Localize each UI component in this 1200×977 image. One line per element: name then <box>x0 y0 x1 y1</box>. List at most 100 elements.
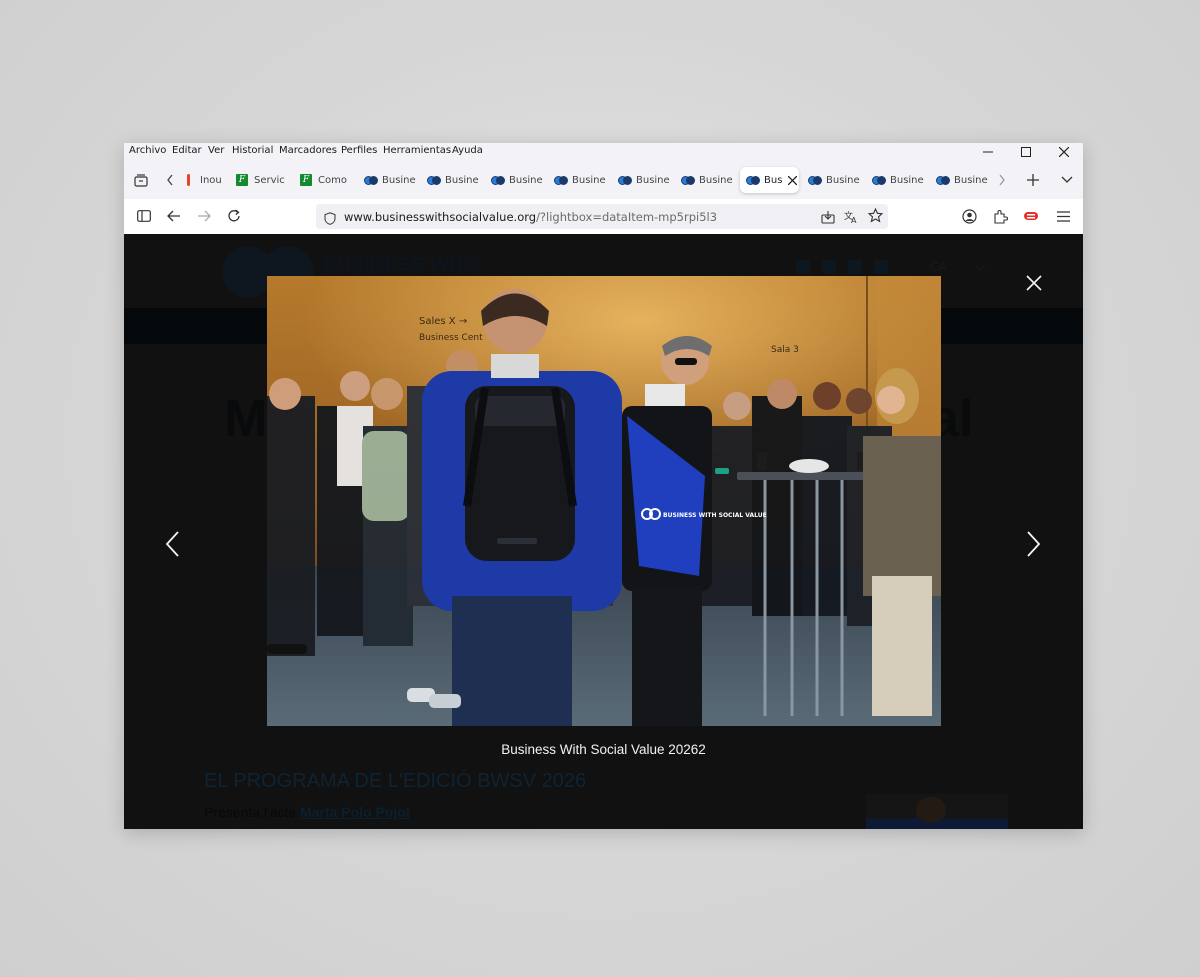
tab-label: Busine <box>954 174 988 186</box>
tab-servicios[interactable]: F Servic <box>236 167 288 193</box>
close-tab-button[interactable] <box>788 175 798 185</box>
menu-perfiles[interactable]: Perfiles <box>341 145 377 156</box>
page-content: BUSINESS WITH CA M al EL PROGRAMA DE L'E… <box>124 234 1083 829</box>
chevron-left-icon <box>167 174 173 186</box>
lightbox-next-button[interactable] <box>1022 529 1044 559</box>
tab-business-4[interactable]: Busine <box>554 167 606 193</box>
bwsv-icon <box>618 174 632 186</box>
arrow-left-icon <box>167 210 180 222</box>
tab-list-button[interactable] <box>1054 167 1080 193</box>
lightbox-prev-button[interactable] <box>162 529 184 559</box>
chevron-down-icon <box>1061 176 1073 183</box>
chevron-left-icon <box>165 531 179 557</box>
menu-herramientas[interactable]: Herramientas <box>383 145 451 156</box>
presenter-prefix: Presenta l'acte <box>204 804 301 820</box>
tab-como[interactable]: F Como <box>300 167 352 193</box>
tab-label: Como <box>318 174 347 186</box>
svg-text:A: A <box>851 216 857 224</box>
bag-text: BUSINESS WITH SOCIAL VALUE <box>663 512 767 519</box>
tab-scroll-left-button[interactable] <box>162 167 178 193</box>
extensions-button[interactable] <box>987 203 1013 229</box>
bwsv-icon <box>808 174 822 186</box>
tab-business-2[interactable]: Busine <box>427 167 479 193</box>
linkedin-icon[interactable] <box>796 260 810 274</box>
sidebar-toggle-button[interactable] <box>131 203 157 229</box>
shield-icon[interactable] <box>324 210 336 229</box>
tab-manager-button[interactable] <box>128 167 154 193</box>
tab-business-active[interactable]: Bus <box>740 167 799 193</box>
bwsv-icon <box>491 174 505 186</box>
tab-scroll-right-button[interactable] <box>994 167 1010 193</box>
tab-label: Busine <box>445 174 479 186</box>
f-green-icon: F <box>236 174 248 186</box>
facebook-icon[interactable] <box>848 260 862 274</box>
tab-label: Busine <box>826 174 860 186</box>
account-button[interactable] <box>956 203 982 229</box>
bwsv-icon <box>364 174 378 186</box>
menu-bar: Archivo Editar Ver Historial Marcadores … <box>124 143 1083 161</box>
instagram-icon[interactable] <box>822 260 836 274</box>
bwsv-icon <box>936 174 950 186</box>
sidebar-icon <box>137 210 151 222</box>
maximize-button[interactable] <box>1006 143 1046 161</box>
close-icon <box>788 175 798 185</box>
address-bar[interactable]: www.businesswithsocialvalue.org/?lightbo… <box>316 204 888 229</box>
tab-list-icon <box>134 173 148 187</box>
tab-label: Busine <box>636 174 670 186</box>
menu-ver[interactable]: Ver <box>208 145 224 156</box>
chevron-right-icon <box>1027 531 1041 557</box>
tab-label: Busine <box>890 174 924 186</box>
language-label: CA <box>930 260 947 274</box>
reload-icon <box>228 209 240 222</box>
tab-label: Servic <box>254 174 285 186</box>
side-thumbnail-portrait <box>916 797 946 823</box>
tab-business-3[interactable]: Busine <box>491 167 543 193</box>
f-green-icon: F <box>300 174 312 186</box>
lightbox-close-button[interactable] <box>1022 271 1046 295</box>
bookmark-star-icon[interactable] <box>867 207 884 227</box>
presenter-link[interactable]: Marta Polo Pujol <box>300 804 410 820</box>
minimize-button[interactable] <box>968 143 1008 161</box>
x-icon[interactable] <box>874 260 888 274</box>
event-photo: Sales X → Business Cent Sala 3 BUSINESS … <box>267 276 941 726</box>
site-logo-text: BUSINESS WITH <box>322 254 481 276</box>
tab-business-8[interactable]: Busine <box>872 167 924 193</box>
presenter-line: Presenta l'acte Marta Polo Pujol. <box>204 804 414 820</box>
forward-button[interactable] <box>191 203 217 229</box>
lightbox-photo: Sales X → Business Cent Sala 3 BUSINESS … <box>267 276 941 726</box>
menu-historial[interactable]: Historial <box>232 145 273 156</box>
new-tab-button[interactable] <box>1020 167 1046 193</box>
language-selector[interactable]: CA <box>930 260 986 274</box>
red-bar-icon <box>182 174 194 186</box>
minimize-icon <box>983 151 993 153</box>
back-button[interactable] <box>161 203 187 229</box>
translate-icon[interactable]: 文A <box>844 209 859 228</box>
app-menu-button[interactable] <box>1050 203 1076 229</box>
tab-business-6[interactable]: Busine <box>681 167 733 193</box>
tab-business-7[interactable]: Busine <box>808 167 860 193</box>
menu-archivo[interactable]: Archivo <box>129 145 166 156</box>
menu-editar[interactable]: Editar <box>172 145 202 156</box>
tab-business-9[interactable]: Busine <box>936 167 988 193</box>
menu-ayuda[interactable]: Ayuda <box>452 145 483 156</box>
reload-button[interactable] <box>221 203 247 229</box>
tab-business-1[interactable]: Busine <box>364 167 416 193</box>
tab-strip: Inout F Servic F Como Busine Busine Busi… <box>124 161 1083 199</box>
close-icon <box>1026 275 1042 291</box>
chevron-right-icon <box>999 174 1005 186</box>
tab-business-5[interactable]: Busine <box>618 167 670 193</box>
plus-icon <box>1027 174 1039 186</box>
url-host: www.businesswithsocialvalue.org <box>344 210 537 224</box>
close-window-button[interactable] <box>1044 143 1083 161</box>
bwsv-icon <box>872 174 886 186</box>
arrow-right-icon <box>198 210 211 222</box>
navigation-bar: www.businesswithsocialvalue.org/?lightbo… <box>124 199 1083 235</box>
tab-label: Busine <box>572 174 606 186</box>
page-heading: M <box>224 390 268 448</box>
lightbox-caption: Business With Social Value 20262 <box>501 742 706 757</box>
tab-inout[interactable]: Inout <box>182 167 222 193</box>
tab-label: Busine <box>509 174 543 186</box>
extension-red-button[interactable] <box>1018 203 1044 229</box>
menu-marcadores[interactable]: Marcadores <box>279 145 337 156</box>
download-page-icon[interactable] <box>821 209 835 228</box>
